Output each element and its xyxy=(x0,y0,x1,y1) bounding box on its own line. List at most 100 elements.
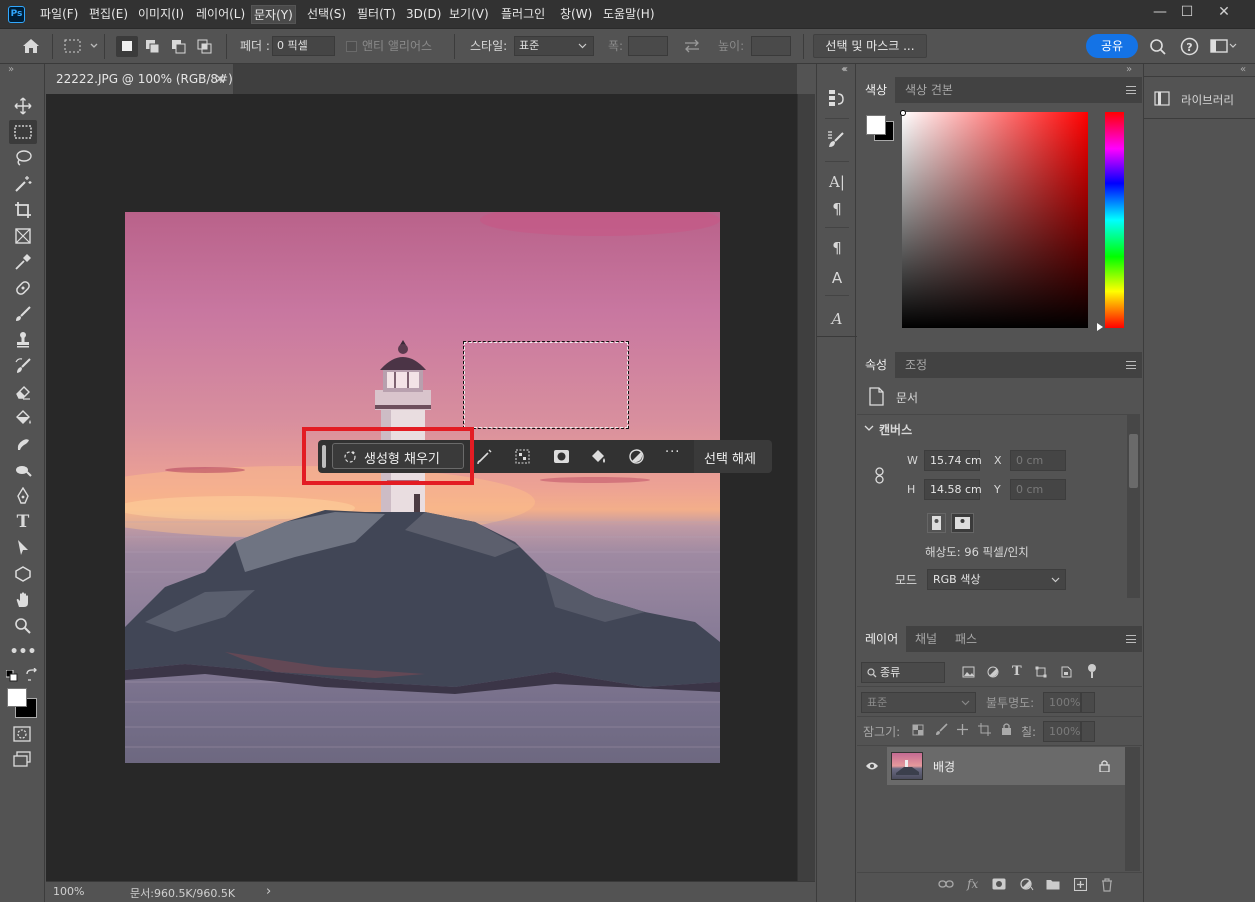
lasso-tool-icon[interactable] xyxy=(9,146,37,170)
opacity-dropdown[interactable] xyxy=(1081,692,1095,713)
blend-mode-select[interactable]: 표준 xyxy=(861,692,976,713)
home-icon[interactable] xyxy=(22,38,40,54)
landscape-orientation-button[interactable] xyxy=(951,513,974,533)
height-input[interactable] xyxy=(751,36,791,56)
move-tool-icon[interactable] xyxy=(9,94,37,118)
fill-selection-icon[interactable] xyxy=(590,448,607,465)
edit-toolbar-icon[interactable]: ••• xyxy=(9,640,37,664)
layer-row[interactable]: 배경 xyxy=(857,747,1125,785)
lock-pixels-icon[interactable] xyxy=(935,723,948,736)
filter-adjustment-icon[interactable] xyxy=(987,666,999,678)
new-layer-icon[interactable] xyxy=(1074,878,1087,891)
glyphs-panel-icon[interactable]: A xyxy=(826,308,848,330)
minimize-button[interactable]: — xyxy=(1145,0,1175,24)
collapse-toolbar-icon[interactable]: » xyxy=(8,64,14,75)
collapse-panels-icon[interactable]: » xyxy=(1126,64,1132,75)
adjustment-layer-icon[interactable] xyxy=(628,448,645,465)
canvas-x-input[interactable]: 0 cm xyxy=(1010,450,1066,471)
select-and-mask-button[interactable]: 선택 및 마스크 ... xyxy=(813,34,927,58)
menu-image[interactable]: 이미지(I) xyxy=(136,0,186,29)
menu-select[interactable]: 선택(S) xyxy=(305,0,348,29)
eye-icon[interactable] xyxy=(865,761,879,771)
deselect-button[interactable]: 선택 해제 xyxy=(694,440,772,473)
eyedropper-tool-icon[interactable] xyxy=(9,250,37,274)
filter-type-icon[interactable]: T xyxy=(1012,664,1022,679)
fill-dropdown[interactable] xyxy=(1081,721,1095,742)
pen-tool-icon[interactable] xyxy=(9,484,37,508)
close-tab-icon[interactable]: × xyxy=(214,64,226,94)
new-group-icon[interactable] xyxy=(1046,879,1060,890)
tab-swatches[interactable]: 색상 견본 xyxy=(897,77,961,103)
filter-shape-icon[interactable] xyxy=(1035,666,1047,678)
link-dimensions-icon[interactable] xyxy=(874,467,885,484)
maximize-button[interactable]: ☐ xyxy=(1172,0,1202,24)
brush-tool-icon[interactable] xyxy=(9,302,37,326)
document-tab[interactable]: 22222.JPG @ 100% (RGB/8#) × xyxy=(46,64,234,94)
tab-paths[interactable]: 패스 xyxy=(947,626,985,652)
filter-pixel-icon[interactable] xyxy=(962,666,975,678)
magic-wand-tool-icon[interactable] xyxy=(9,172,37,196)
path-selection-tool-icon[interactable] xyxy=(9,536,37,560)
screen-mode-icon[interactable] xyxy=(13,751,31,767)
fill-input[interactable]: 100% xyxy=(1043,721,1081,742)
foreground-color-swatch[interactable] xyxy=(7,688,27,707)
paragraph-styles-icon[interactable]: ¶ xyxy=(826,237,848,259)
layers-scrollbar[interactable] xyxy=(1125,747,1140,871)
canvas-image[interactable] xyxy=(125,212,720,763)
layers-menu-icon[interactable] xyxy=(1126,635,1136,643)
menu-view[interactable]: 보기(V) xyxy=(447,0,491,29)
menu-help[interactable]: 도움말(H) xyxy=(601,0,657,29)
chevron-down-icon[interactable] xyxy=(864,424,874,432)
filter-smart-object-icon[interactable] xyxy=(1060,666,1072,678)
expand-icons-icon[interactable]: « xyxy=(842,64,848,75)
tab-channels[interactable]: 채널 xyxy=(907,626,945,652)
share-button[interactable]: 공유 xyxy=(1086,34,1138,58)
hand-tool-icon[interactable] xyxy=(9,588,37,612)
swap-arrows-icon[interactable] xyxy=(683,39,701,53)
help-icon[interactable]: ? xyxy=(1180,37,1199,56)
add-mask-icon[interactable] xyxy=(992,878,1006,890)
frame-tool-icon[interactable] xyxy=(9,224,37,248)
hue-slider-handle[interactable] xyxy=(1097,323,1103,331)
tab-color[interactable]: 색상 xyxy=(857,77,896,103)
new-selection-button[interactable] xyxy=(116,36,138,57)
quick-mask-icon[interactable] xyxy=(13,726,31,742)
tab-layers[interactable]: 레이어 xyxy=(857,626,907,652)
layer-filter-select[interactable]: 종류 xyxy=(861,662,945,683)
color-picker-cursor[interactable] xyxy=(900,110,906,116)
color-picker-field[interactable] xyxy=(902,112,1088,328)
crop-tool-icon[interactable] xyxy=(9,198,37,222)
workspace-icon[interactable] xyxy=(1210,38,1238,55)
search-icon[interactable] xyxy=(1149,38,1167,56)
create-mask-icon[interactable] xyxy=(553,448,570,465)
zoom-tool-icon[interactable] xyxy=(9,614,37,638)
delete-layer-icon[interactable] xyxy=(1101,878,1113,892)
menu-window[interactable]: 창(W) xyxy=(558,0,594,29)
layer-effects-icon[interactable]: fx xyxy=(967,877,978,891)
history-panel-icon[interactable] xyxy=(826,88,848,110)
style-select[interactable]: 표준 xyxy=(514,36,594,56)
collapse-libraries-icon[interactable]: « xyxy=(1240,64,1246,75)
properties-menu-icon[interactable] xyxy=(1126,361,1136,369)
paint-bucket-tool-icon[interactable] xyxy=(9,406,37,430)
default-colors-icon[interactable] xyxy=(6,670,18,682)
lock-artboard-icon[interactable] xyxy=(978,723,991,736)
properties-scroll-thumb[interactable] xyxy=(1129,434,1138,488)
add-selection-button[interactable] xyxy=(142,36,164,57)
swap-colors-icon[interactable] xyxy=(25,668,39,682)
menu-filter[interactable]: 필터(T) xyxy=(355,0,398,29)
feather-input[interactable]: 0 픽셀 xyxy=(272,36,335,56)
menu-type[interactable]: 문자(Y) xyxy=(251,5,296,24)
character-styles-icon[interactable]: A xyxy=(826,267,848,289)
portrait-orientation-button[interactable] xyxy=(927,513,946,533)
menu-layer[interactable]: 레이어(L) xyxy=(194,0,247,29)
intersect-selection-button[interactable] xyxy=(194,36,216,57)
character-panel-icon[interactable]: A| xyxy=(826,171,848,193)
menu-plugins[interactable]: 플러그인 xyxy=(499,0,547,29)
marquee-tool-icon[interactable] xyxy=(9,120,37,144)
menu-edit[interactable]: 편집(E) xyxy=(87,0,130,29)
lock-transparent-icon[interactable] xyxy=(912,724,924,736)
width-input[interactable] xyxy=(628,36,668,56)
menu-file[interactable]: 파일(F) xyxy=(38,0,80,29)
tab-adjustments[interactable]: 조정 xyxy=(897,352,935,378)
